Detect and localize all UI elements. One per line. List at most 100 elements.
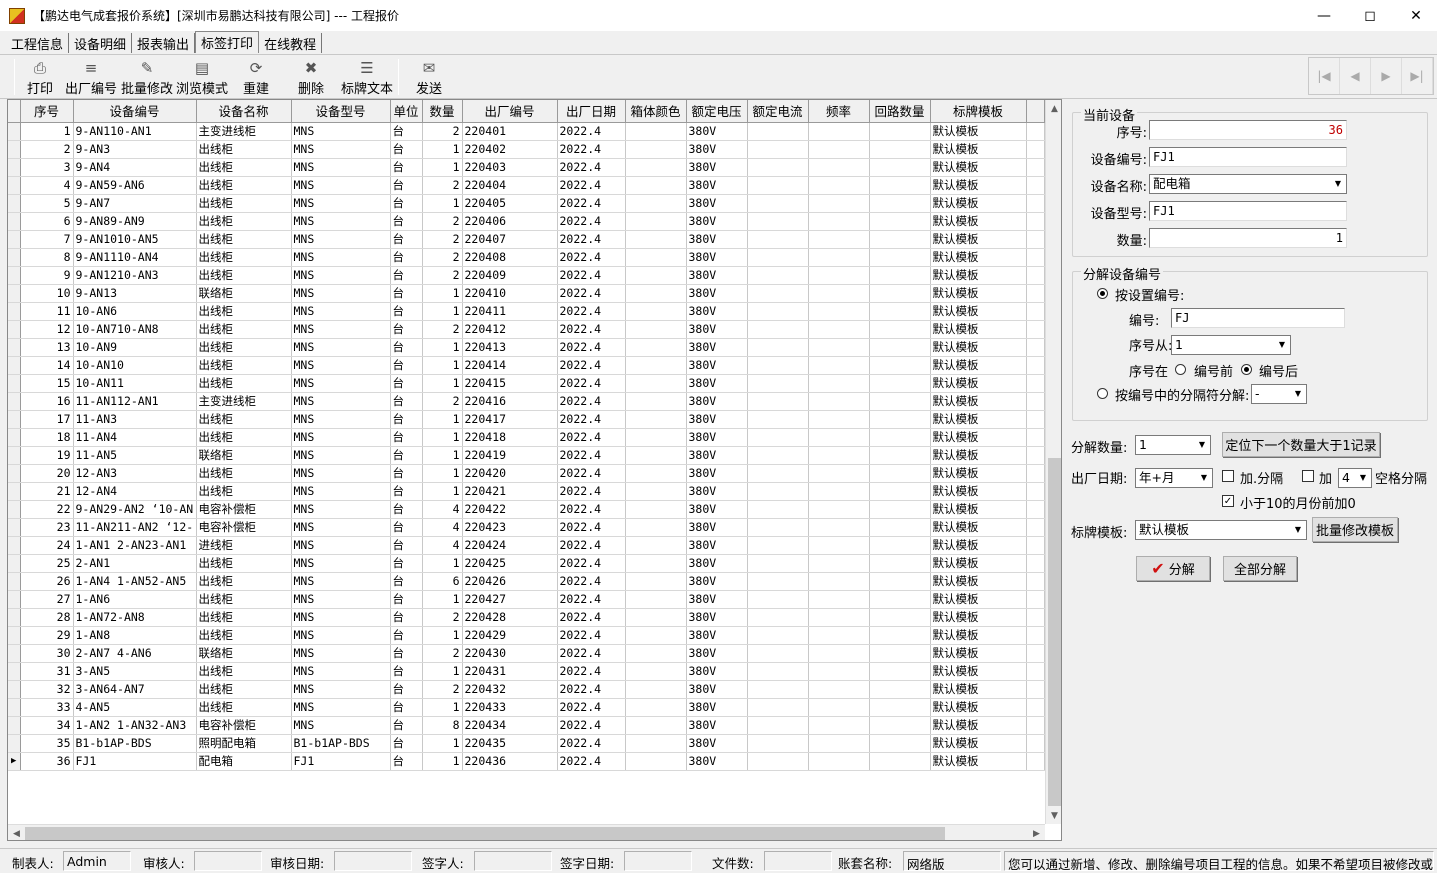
cell-seq[interactable]: 36 <box>20 752 74 771</box>
cell-current[interactable] <box>747 644 809 663</box>
cell-device-code[interactable]: B1-b1AP-BDS <box>73 734 197 753</box>
cell-serial[interactable]: 220401 <box>462 122 558 141</box>
cell-color[interactable] <box>625 734 687 753</box>
cell-factory-date[interactable]: 2022.4 <box>557 338 626 357</box>
cell-serial[interactable]: 220410 <box>462 284 558 303</box>
cell-unit[interactable]: 台 <box>390 608 423 627</box>
table-row[interactable]: 28 1-AN72-AN8 出线柜 MNS 台 2 220428 2022.4 380V 默认模板 <box>8 608 1045 627</box>
cell-voltage[interactable]: 380V <box>686 212 748 231</box>
cell-unit[interactable]: 台 <box>390 716 423 735</box>
column-header-color[interactable]: 箱体颜色 <box>625 100 687 123</box>
cell-current[interactable] <box>747 572 809 591</box>
cell-circuits[interactable] <box>869 266 931 285</box>
cell-device-model[interactable]: MNS <box>291 320 391 339</box>
tab-label-print[interactable]: 标签打印 <box>195 31 260 53</box>
cell-device-model[interactable]: MNS <box>291 140 391 159</box>
cell-seq[interactable]: 33 <box>20 698 74 717</box>
cell-quantity[interactable]: 1 <box>422 410 463 429</box>
cell-current[interactable] <box>747 356 809 375</box>
cell-seq[interactable]: 4 <box>20 176 74 195</box>
cell-factory-date[interactable]: 2022.4 <box>557 464 626 483</box>
cell-factory-date[interactable]: 2022.4 <box>557 680 626 699</box>
cell-quantity[interactable]: 1 <box>422 356 463 375</box>
cell-device-code[interactable]: 1-AN72-AN8 <box>73 608 197 627</box>
cell-device-code[interactable]: 9-AN4 <box>73 158 197 177</box>
cell-device-code[interactable]: 10-AN710-AN8 <box>73 320 197 339</box>
cell-device-code[interactable]: 9-AN89-AN9 <box>73 212 197 231</box>
cell-frequency[interactable] <box>808 356 870 375</box>
cell-frequency[interactable] <box>808 284 870 303</box>
cell-voltage[interactable]: 380V <box>686 194 748 213</box>
row-indicator[interactable] <box>8 122 21 141</box>
cell-circuits[interactable] <box>869 608 931 627</box>
cell-unit[interactable]: 台 <box>390 392 423 411</box>
cell-color[interactable] <box>625 266 687 285</box>
cell-seq[interactable]: 7 <box>20 230 74 249</box>
cell-seq[interactable]: 21 <box>20 482 74 501</box>
cell-voltage[interactable]: 380V <box>686 698 748 717</box>
cell-factory-date[interactable]: 2022.4 <box>557 158 626 177</box>
cell-circuits[interactable] <box>869 302 931 321</box>
cell-template[interactable]: 默认模板 <box>930 284 1027 303</box>
cell-device-name[interactable]: 照明配电箱 <box>196 734 292 753</box>
cell-device-code[interactable]: 9-AN1210-AN3 <box>73 266 197 285</box>
table-row[interactable]: 34 1-AN2 1-AN32-AN3 电容补偿柜 MNS 台 8 220434 2022.4… <box>8 716 1045 735</box>
cell-device-name[interactable]: 出线柜 <box>196 266 292 285</box>
cell-factory-date[interactable]: 2022.4 <box>557 392 626 411</box>
cell-current[interactable] <box>747 410 809 429</box>
table-row[interactable]: 3 9-AN4 出线柜 MNS 台 1 220403 2022.4 380V 默认模板 <box>8 158 1045 177</box>
cell-voltage[interactable]: 380V <box>686 446 748 465</box>
cell-template[interactable]: 默认模板 <box>930 320 1027 339</box>
cell-device-code[interactable]: 9-AN110-AN1 <box>73 122 197 141</box>
cell-device-model[interactable]: MNS <box>291 176 391 195</box>
cell-quantity[interactable]: 1 <box>422 734 463 753</box>
from-select[interactable]: 1 ▼ <box>1171 335 1291 355</box>
cell-factory-date[interactable]: 2022.4 <box>557 248 626 267</box>
column-header-device-code[interactable]: 设备编号 <box>73 100 197 123</box>
cell-circuits[interactable] <box>869 194 931 213</box>
cell-color[interactable] <box>625 248 687 267</box>
cell-unit[interactable]: 台 <box>390 320 423 339</box>
cell-color[interactable] <box>625 176 687 195</box>
cell-voltage[interactable]: 380V <box>686 536 748 555</box>
cell-seq[interactable]: 15 <box>20 374 74 393</box>
cell-quantity[interactable]: 2 <box>422 608 463 627</box>
cell-current[interactable] <box>747 698 809 717</box>
table-row[interactable]: 1 9-AN110-AN1 主变进线柜 MNS 台 2 220401 2022.4 380V 默认… <box>8 122 1045 141</box>
template-select[interactable]: 默认模板 ▼ <box>1135 520 1307 540</box>
cell-device-code[interactable]: 3-AN5 <box>73 662 197 681</box>
cell-quantity[interactable]: 2 <box>422 212 463 231</box>
cell-color[interactable] <box>625 158 687 177</box>
cell-serial[interactable]: 220404 <box>462 176 558 195</box>
cell-frequency[interactable] <box>808 230 870 249</box>
cell-circuits[interactable] <box>869 680 931 699</box>
by-setting-radio[interactable] <box>1097 288 1108 299</box>
column-header-template[interactable]: 标牌模板 <box>930 100 1027 123</box>
split-count-select[interactable]: 1 ▼ <box>1135 435 1211 455</box>
prefix-field[interactable]: FJ <box>1171 308 1345 328</box>
cell-circuits[interactable] <box>869 518 931 537</box>
cell-color[interactable] <box>625 212 687 231</box>
cell-device-model[interactable]: MNS <box>291 644 391 663</box>
cell-factory-date[interactable]: 2022.4 <box>557 284 626 303</box>
cell-serial[interactable]: 220432 <box>462 680 558 699</box>
cell-unit[interactable]: 台 <box>390 140 423 159</box>
row-indicator[interactable] <box>8 176 21 195</box>
cell-device-code[interactable]: 9-AN29-AN2 ‘10-AN <box>73 500 197 519</box>
tab-device-detail[interactable]: 设备明细 <box>69 33 133 53</box>
cell-voltage[interactable]: 380V <box>686 680 748 699</box>
table-row[interactable]: 27 1-AN6 出线柜 MNS 台 1 220427 2022.4 380V 默认模板 <box>8 590 1045 609</box>
cell-serial[interactable]: 220414 <box>462 356 558 375</box>
cell-color[interactable] <box>625 590 687 609</box>
cell-serial[interactable]: 220435 <box>462 734 558 753</box>
cell-current[interactable] <box>747 230 809 249</box>
cell-circuits[interactable] <box>869 374 931 393</box>
cell-unit[interactable]: 台 <box>390 284 423 303</box>
cell-unit[interactable]: 台 <box>390 464 423 483</box>
table-row[interactable]: 20 12-AN3 出线柜 MNS 台 1 220420 2022.4 380V 默认模板 <box>8 464 1045 483</box>
cell-seq[interactable]: 29 <box>20 626 74 645</box>
cell-template[interactable]: 默认模板 <box>930 140 1027 159</box>
by-separator-radio[interactable] <box>1097 388 1108 399</box>
cell-factory-date[interactable]: 2022.4 <box>557 608 626 627</box>
table-row[interactable]: 7 9-AN1010-AN5 出线柜 MNS 台 2 220407 2022.4 380V 默认模… <box>8 230 1045 249</box>
